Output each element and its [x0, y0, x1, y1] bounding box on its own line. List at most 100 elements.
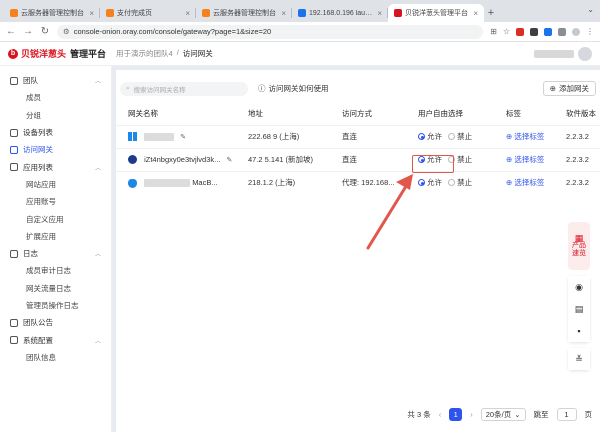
radio-checked-icon	[418, 179, 425, 187]
browser-tab-active[interactable]: 贝锐洋葱头管理平台 ×	[388, 4, 484, 22]
breadcrumb-team[interactable]: 用于演示的团队4	[116, 48, 173, 59]
platform-title: 管理平台	[70, 49, 107, 59]
browser-extension-icons: ⊞ ☆ ⋮	[490, 27, 594, 36]
sidebar-item-gateway[interactable]: 访问网关	[0, 141, 111, 158]
feedback-icon[interactable]: ▪	[568, 320, 590, 342]
extension-icon[interactable]	[516, 27, 524, 36]
notice-icon	[10, 318, 18, 327]
logo[interactable]: b 贝锐洋葱头	[8, 47, 66, 60]
avatar[interactable]	[578, 46, 592, 61]
product-overview-button[interactable]: ▦ 产品速览	[568, 222, 590, 270]
page-size-select[interactable]: 20条/页 ⌄	[480, 407, 526, 421]
radio-allow[interactable]: 允许	[418, 154, 442, 165]
browser-tab[interactable]: 云服务器管理控制台 ×	[196, 4, 292, 22]
sidebar-item-groups[interactable]: 分组	[0, 107, 111, 124]
radio-allow[interactable]: 允许	[418, 131, 442, 142]
breadcrumb-separator: /	[176, 48, 179, 57]
config-icon	[10, 336, 18, 345]
close-icon[interactable]: ×	[89, 9, 94, 18]
radio-deny[interactable]: 禁止	[448, 154, 472, 165]
sidebar-item-admin-log[interactable]: 管理员操作日志	[0, 297, 111, 314]
radio-allow[interactable]: 允许	[418, 177, 442, 188]
sidebar-item-audit-log[interactable]: 成员审计日志	[0, 262, 111, 279]
gateway-icon	[10, 145, 18, 154]
sidebar-group-team[interactable]: 团队 ︿	[0, 72, 111, 89]
float-collapse-group: ≚	[568, 348, 590, 370]
tab-label: 云服务器管理控制台	[213, 10, 276, 17]
col-header-tag: 标签	[506, 108, 521, 118]
table-row: iZt4nbgxy0e3tvjlvd3k... ✎ 47.2 5.141 (新加…	[116, 147, 600, 171]
chat-icon[interactable]: ◉	[568, 276, 590, 298]
user-menu[interactable]	[534, 46, 592, 61]
select-tag-link[interactable]: ⊕ 选择标签	[506, 132, 544, 141]
document-icon[interactable]: ▤	[568, 298, 590, 320]
sidebar-item-app-accounts[interactable]: 应用账号	[0, 193, 111, 210]
tag-cell: ⊕ 选择标签	[494, 124, 554, 148]
radio-checked-icon	[418, 156, 425, 163]
sidebar-group-apps[interactable]: 应用列表 ︿	[0, 158, 111, 175]
back-icon[interactable]: ←	[6, 26, 16, 37]
url-input[interactable]: ⚙ console-onion.oray.com/console/gateway…	[57, 24, 484, 39]
sidebar-item-devices[interactable]: 设备列表	[0, 124, 111, 141]
sidebar-item-custom-apps[interactable]: 自定义应用	[0, 210, 111, 227]
gateway-name: iZt4nbgxy0e3tvjlvd3k...	[144, 154, 221, 164]
jump-input[interactable]: 1	[556, 407, 577, 421]
bookmark-star-icon[interactable]: ☆	[503, 27, 510, 36]
sidebar-group-logs[interactable]: 日志 ︿	[0, 245, 111, 262]
browser-tab[interactable]: 支付完成页 ×	[100, 4, 196, 22]
radio-unchecked-icon	[448, 133, 456, 140]
reload-icon[interactable]: ↻	[40, 26, 50, 37]
onion-logo-icon: b	[8, 48, 18, 59]
sidebar-item-ext-apps[interactable]: 扩展应用	[0, 228, 111, 245]
search-input[interactable]: ⌕ 搜索访问网关名称	[120, 81, 248, 96]
profile-icon[interactable]	[572, 27, 580, 36]
extension-icon[interactable]	[530, 27, 538, 36]
sidebar-group-config[interactable]: 系统配置 ︿	[0, 331, 111, 348]
jump-label: 跳至	[533, 409, 549, 419]
help-link[interactable]: ⓘ 访问网关如何使用	[258, 83, 329, 94]
forward-icon[interactable]: →	[23, 26, 33, 37]
sidebar-item-traffic-log[interactable]: 网关流量日志	[0, 280, 111, 297]
close-icon[interactable]: ×	[377, 9, 382, 18]
prev-page-icon[interactable]: ‹	[439, 410, 442, 419]
version-cell: 2.2.3.2	[554, 170, 600, 194]
sidebar-item-notice[interactable]: 团队公告	[0, 314, 111, 331]
extension-icon[interactable]	[544, 27, 552, 36]
sidebar-item-web-apps[interactable]: 网站应用	[0, 176, 111, 193]
page-1-button[interactable]: 1	[449, 407, 463, 421]
add-gateway-button[interactable]: ⊕ 添加网关	[542, 81, 596, 96]
sidebar-item-team-info[interactable]: 团队信息	[0, 349, 111, 366]
main-panel: ⌕ 搜索访问网关名称 ⓘ 访问网关如何使用 ⊕ 添加网关 网关名称 地址 访问方…	[116, 70, 600, 432]
ubuntu-icon	[128, 155, 137, 165]
select-tag-link[interactable]: ⊕ 选择标签	[506, 178, 544, 187]
version-cell: 2.2.3.2	[554, 124, 600, 148]
radio-unchecked-icon	[448, 156, 456, 163]
tab-favicon-icon	[394, 9, 402, 17]
browser-tab[interactable]: 云服务器管理控制台 ×	[4, 4, 100, 22]
tab-label: 贝锐洋葱头管理平台	[405, 10, 468, 17]
puzzle-icon[interactable]	[558, 27, 566, 36]
edit-icon[interactable]: ✎	[226, 156, 232, 164]
access-cell: 直连	[330, 147, 406, 171]
new-tab-button[interactable]: +	[484, 4, 498, 22]
sidebar-item-members[interactable]: 成员	[0, 89, 111, 106]
edit-icon[interactable]: ✎	[180, 133, 186, 141]
close-icon[interactable]: ×	[281, 9, 286, 18]
collapse-icon[interactable]: ≚	[568, 348, 590, 370]
browser-tab[interactable]: 192.168.0.196 launch ×	[292, 4, 388, 22]
translate-icon[interactable]: ⊞	[490, 27, 497, 36]
col-header-version: 软件版本	[566, 108, 596, 118]
close-icon[interactable]: ×	[185, 9, 190, 18]
menu-dots-icon[interactable]: ⋮	[586, 27, 594, 36]
radio-deny[interactable]: 禁止	[448, 177, 472, 188]
next-page-icon[interactable]: ›	[470, 410, 473, 419]
radio-deny[interactable]: 禁止	[448, 131, 472, 142]
close-icon[interactable]: ×	[473, 9, 478, 18]
site-info-icon[interactable]: ⚙	[63, 27, 70, 36]
access-cell: 代理: 192.168...	[330, 170, 406, 194]
gateway-name-cell: MacB...	[116, 170, 236, 194]
search-icon: ⌕	[126, 84, 130, 92]
tab-search-icon[interactable]: ⌄	[587, 5, 594, 14]
select-tag-link[interactable]: ⊕ 选择标签	[506, 155, 544, 164]
masked-name	[144, 132, 175, 141]
